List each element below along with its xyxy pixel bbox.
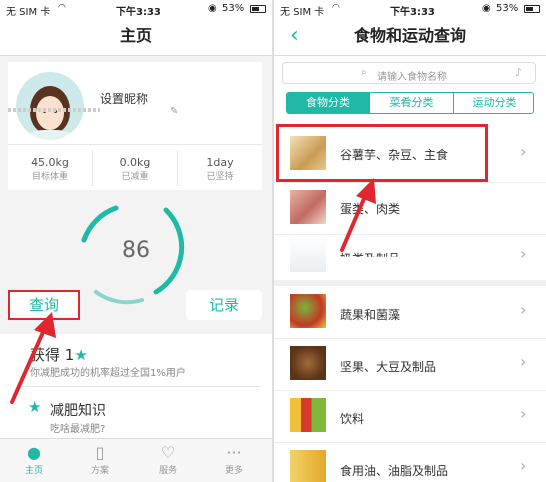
chevron-right-icon: › [520,404,527,423]
oil-icon [290,450,326,482]
nickname-label[interactable]: 设置昵称 [100,90,148,107]
more-dots-icon: ··· [226,443,242,462]
nut-icon [290,346,326,380]
milk-icon [290,238,326,272]
list-item[interactable]: 奶类及制品 › [274,234,546,280]
drink-icon [290,398,326,432]
chevron-right-icon: › [520,456,527,475]
search-placeholder: 请输入食物名称 [377,72,447,83]
nav-bar: ‹ 食物和运动查询 [274,18,546,56]
food-query-screen: 无 SIM 卡 ◠ 下午3:33 ◉ 53% ‹ 食物和运动查询 ⌕ 请输入食物… [274,0,546,482]
lock-rotation-icon: ◉ [208,3,217,14]
avatar[interactable] [16,72,84,140]
battery-icon [250,5,266,13]
page-title: 主页 [119,26,152,45]
list-item[interactable]: 蛋类、肉类 [274,182,546,234]
list-item-label: 饮料 [340,412,365,426]
nav-bar: 主页 [0,18,272,56]
chevron-right-icon: › [520,352,527,371]
chevron-right-icon: › [520,244,527,263]
time-text: 下午3:33 [390,7,435,18]
list-item[interactable]: 饮料 › [274,390,546,442]
chevron-right-icon: › [520,142,527,161]
search-icon: ⌕ [361,67,367,78]
tab-exercise-category[interactable]: 运动分类 [453,93,533,113]
gauge-arc-left [81,205,119,243]
stat-target-weight: 45.0kg 目标体重 [31,156,69,182]
person-icon: ● [27,443,41,462]
stat-lost-weight: 0.0kg 已减重 [119,156,151,182]
gauge-value: 86 [122,238,150,263]
chevron-right-icon: › [520,300,527,319]
battery-text: 53% [222,3,245,14]
document-icon: ▯ [95,443,105,462]
tab-food-category[interactable]: 食物分类 [287,93,369,113]
food-category-list: 谷薯芋、杂豆、主食 › 蛋类、肉类 奶类及制品 › 蔬果和菌藻 › 坚果、大豆及… [274,120,546,482]
status-bar: 无 SIM 卡 ◠ 下午3:33 ◉ 53% [274,0,546,18]
list-item[interactable]: 蔬果和菌藻 › [274,286,546,338]
vegetable-fruit-icon [290,294,326,328]
record-button[interactable]: 记录 [186,290,262,320]
time-text: 下午3:33 [116,7,161,18]
carrier-text: 无 SIM 卡 [6,7,51,18]
annotation-arrow [10,312,56,404]
tab-home[interactable]: ● 主页 [12,443,56,476]
search-input[interactable]: ⌕ 请输入食物名称 ♪ [282,62,536,84]
page-title: 食物和运动查询 [353,26,466,45]
tab-more[interactable]: ··· 更多 [212,443,256,476]
battery-text: 53% [496,3,519,14]
redacted-id [8,108,100,112]
list-item[interactable]: 坚果、大豆及制品 › [274,338,546,390]
wifi-icon: ◠ [332,3,340,13]
heart-icon: ♡ [160,443,176,462]
knowledge-subtitle: 吃啥最减肥? [50,424,106,435]
tab-bar: ● 主页 ▯ 方案 ♡ 服务 ··· 更多 [0,438,272,482]
list-item-label: 食用油、油脂及制品 [340,464,449,478]
microphone-icon[interactable]: ♪ [515,66,522,79]
wifi-icon: ◠ [58,3,66,13]
annotation-arrow [340,178,376,252]
list-item-label: 蔬果和菌藻 [340,308,401,322]
tab-service[interactable]: ♡ 服务 [146,443,190,476]
status-bar: 无 SIM 卡 ◠ 下午3:33 ◉ 53% [0,0,272,18]
stats-row: 45.0kg 目标体重 0.0kg 已减重 1day 已坚持 [8,146,262,188]
back-chevron-icon[interactable]: ‹ [290,18,299,54]
annotation-highlight [276,124,488,182]
tab-dish-category[interactable]: 菜肴分类 [369,93,453,113]
lock-rotation-icon: ◉ [482,3,491,14]
home-screen: 无 SIM 卡 ◠ 下午3:33 ◉ 53% 主页 设置昵称 ✎ 45.0kg … [0,0,272,482]
category-tabs: 食物分类 菜肴分类 运动分类 [286,92,534,114]
meat-egg-icon [290,190,326,224]
stat-days: 1day 已坚持 [206,156,234,182]
list-item[interactable]: 食用油、油脂及制品 › [274,442,546,482]
tab-plan[interactable]: ▯ 方案 [78,443,122,476]
list-item-label: 坚果、大豆及制品 [340,360,437,374]
divider [8,144,262,145]
gauge-arc-bottom [94,290,144,305]
edit-pencil-icon[interactable]: ✎ [170,106,178,117]
battery-icon [524,5,540,13]
carrier-text: 无 SIM 卡 [280,7,325,18]
